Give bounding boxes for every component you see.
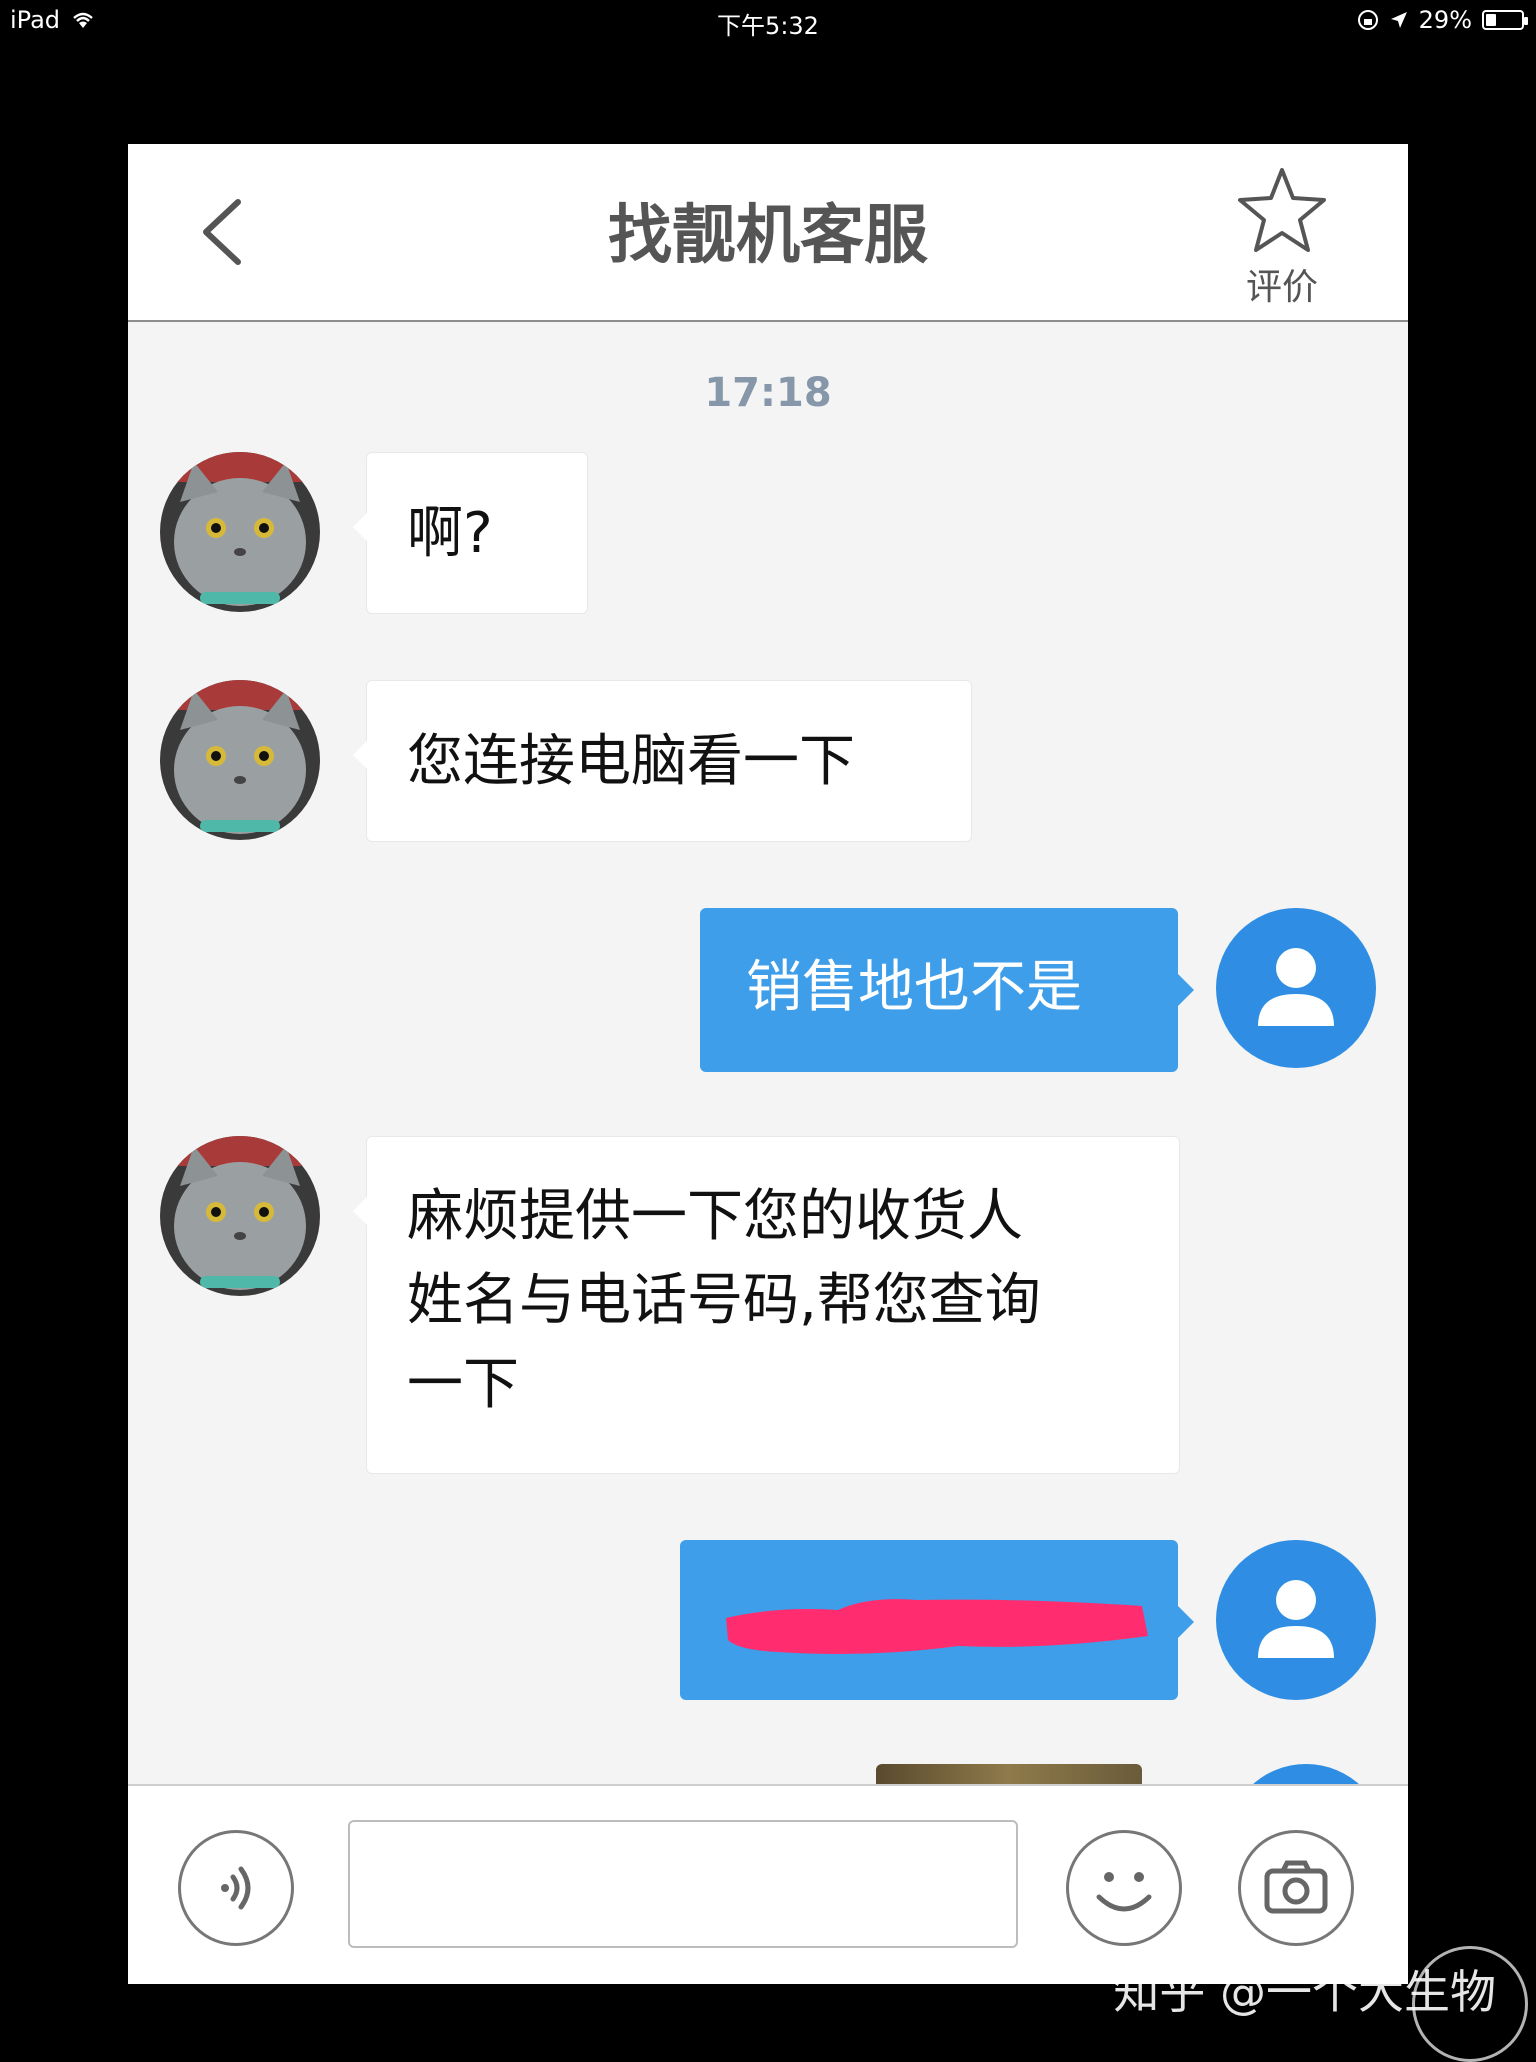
person-icon <box>1258 1580 1334 1658</box>
agent-avatar[interactable] <box>160 452 320 612</box>
message-line: 麻烦提供一下您的收货人 <box>407 1184 1023 1249</box>
chat-screen: 找靓机客服 评价 17:18 啊? 您连接电脑看一下 销售地也不是 麻烦提供一下… <box>128 144 1408 1984</box>
voice-icon <box>221 1866 251 1910</box>
agent-message-bubble[interactable]: 啊? <box>353 452 588 614</box>
user-avatar[interactable] <box>1216 1540 1376 1700</box>
smiley-icon <box>1096 1872 1152 1912</box>
status-time: 下午5:32 <box>717 12 819 40</box>
message-timestamp: 17:18 <box>704 370 832 416</box>
message-text: 销售地也不是 <box>746 955 1082 1020</box>
orientation-lock-icon <box>1357 10 1378 30</box>
cat-avatar-icon <box>160 1136 320 1296</box>
cat-avatar-icon <box>160 680 320 840</box>
rate-button[interactable]: 评价 <box>1232 166 1332 316</box>
message-text: 您连接电脑看一下 <box>407 729 855 794</box>
status-right: 29% <box>1357 6 1528 34</box>
page-title: 找靓机客服 <box>608 199 928 273</box>
agent-message-bubble[interactable]: 您连接电脑看一下 <box>353 680 972 842</box>
status-bar: iPad 下午5:32 29% <box>0 0 1536 42</box>
input-bar <box>128 1784 1408 1984</box>
agent-avatar[interactable] <box>160 680 320 840</box>
watermark-text: 知乎 @一个大生物 <box>1113 1965 1496 2019</box>
voice-button[interactable] <box>178 1830 294 1946</box>
chat-header: 找靓机客服 评价 <box>128 144 1408 322</box>
cat-avatar-icon <box>160 452 320 612</box>
camera-icon <box>1264 1860 1328 1914</box>
agent-message-bubble[interactable]: 麻烦提供一下您的收货人 姓名与电话号码,帮您查询 一下 <box>353 1136 1180 1474</box>
message-text: 啊? <box>407 501 493 566</box>
camera-button[interactable] <box>1238 1830 1354 1946</box>
agent-avatar[interactable] <box>160 1136 320 1296</box>
user-message-bubble[interactable] <box>680 1540 1194 1700</box>
person-icon <box>1258 948 1334 1026</box>
rate-label: 评价 <box>1245 267 1318 308</box>
location-icon <box>1390 12 1407 28</box>
user-avatar[interactable] <box>1216 908 1376 1068</box>
message-line: 一下 <box>407 1352 519 1417</box>
star-icon <box>1238 168 1326 252</box>
user-message-bubble[interactable]: 销售地也不是 <box>700 908 1194 1072</box>
message-line: 姓名与电话号码,帮您查询 <box>407 1268 1041 1333</box>
battery-icon <box>1482 10 1528 30</box>
battery-percent: 29% <box>1418 6 1472 34</box>
message-input[interactable] <box>348 1820 1018 1948</box>
emoji-button[interactable] <box>1066 1830 1182 1946</box>
redaction-scribble <box>726 1599 1148 1654</box>
battery-fill <box>1486 14 1496 26</box>
